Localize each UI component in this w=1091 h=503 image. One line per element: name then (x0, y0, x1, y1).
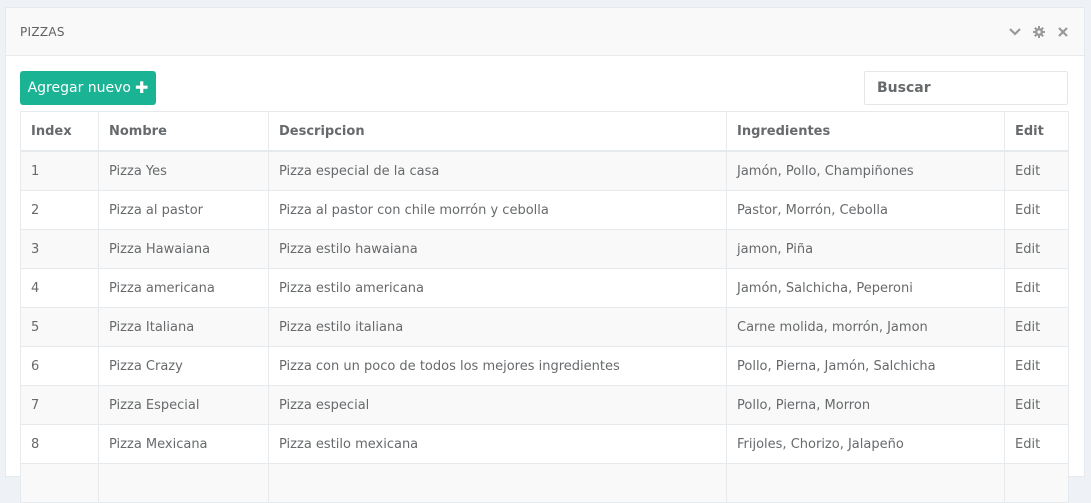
column-header-ingredientes[interactable]: Ingredientes (726, 111, 1005, 152)
add-new-label: Agregar nuevo (27, 80, 131, 96)
cell-ingredientes: Pollo, Pierna, Jamón, Salchicha (726, 346, 1005, 386)
table-row: 6 Pizza Crazy Pizza con un poco de todos… (20, 346, 1069, 386)
column-header-descripcion[interactable]: Descripcion (268, 111, 727, 152)
panel-title: PIZZAS (20, 24, 65, 39)
cell-nombre: Pizza Yes (98, 150, 269, 191)
cell-index: 5 (20, 307, 99, 347)
cell-descripcion: Pizza estilo americana (268, 268, 727, 308)
cell-nombre: Pizza americana (98, 268, 269, 308)
edit-link[interactable]: Edit (1015, 164, 1040, 179)
gear-icon[interactable] (1032, 25, 1046, 39)
cell-ingredientes: Pastor, Morrón, Cebolla (726, 190, 1005, 230)
cell-descripcion: Pizza especial (268, 385, 727, 425)
cell-edit: Edit (1004, 150, 1069, 191)
cell-ingredientes: Jamón, Salchicha, Peperoni (726, 268, 1005, 308)
pizzas-panel: PIZZAS Agregar nuevo ✚ Buscar Index Nomb… (5, 7, 1085, 503)
plus-icon: ✚ (135, 78, 149, 97)
edit-link[interactable]: Edit (1015, 437, 1040, 452)
cell-nombre: Pizza Mexicana (98, 424, 269, 464)
search-input[interactable] (864, 71, 1068, 105)
cell-descripcion (268, 463, 727, 503)
cell-edit: Edit (1004, 307, 1069, 347)
close-icon[interactable] (1056, 25, 1070, 39)
cell-nombre: Pizza Crazy (98, 346, 269, 386)
table-row: 5 Pizza Italiana Pizza estilo italiana C… (20, 307, 1069, 347)
cell-descripcion: Pizza especial de la casa (268, 150, 727, 191)
cell-edit: Edit (1004, 190, 1069, 230)
cell-index: 2 (20, 190, 99, 230)
table-row: 2 Pizza al pastor Pizza al pastor con ch… (20, 190, 1069, 230)
cell-nombre: Pizza Especial (98, 385, 269, 425)
cell-index: 1 (20, 150, 99, 191)
edit-link[interactable]: Edit (1015, 203, 1040, 218)
cell-ingredientes: Carne molida, morrón, Jamon (726, 307, 1005, 347)
cell-ingredientes (726, 463, 1005, 503)
cell-descripcion: Pizza estilo hawaiana (268, 229, 727, 269)
cell-edit: Edit (1004, 385, 1069, 425)
chevron-down-icon[interactable] (1008, 25, 1022, 39)
cell-index: 7 (20, 385, 99, 425)
cell-nombre: Pizza Hawaiana (98, 229, 269, 269)
cell-index: 8 (20, 424, 99, 464)
cell-ingredientes: Jamón, Pollo, Champiñones (726, 150, 1005, 191)
edit-link[interactable]: Edit (1015, 281, 1040, 296)
edit-link[interactable]: Edit (1015, 242, 1040, 257)
cell-descripcion: Pizza estilo italiana (268, 307, 727, 347)
pizzas-table: Index Nombre Descripcion Ingredientes Ed… (20, 111, 1069, 503)
column-header-nombre[interactable]: Nombre (98, 111, 269, 152)
cell-ingredientes: Pollo, Pierna, Morron (726, 385, 1005, 425)
cell-index: 4 (20, 268, 99, 308)
column-header-edit[interactable]: Edit (1004, 111, 1069, 152)
cell-descripcion: Pizza al pastor con chile morrón y cebol… (268, 190, 727, 230)
add-new-button[interactable]: Agregar nuevo ✚ (20, 71, 156, 105)
cell-nombre (98, 463, 269, 503)
table-row: 8 Pizza Mexicana Pizza estilo mexicana F… (20, 424, 1069, 464)
column-header-index[interactable]: Index (20, 111, 99, 152)
panel-header: PIZZAS (6, 8, 1084, 56)
cell-nombre: Pizza Italiana (98, 307, 269, 347)
table-row (20, 463, 1069, 503)
table-header-row: Index Nombre Descripcion Ingredientes Ed… (20, 111, 1069, 152)
cell-ingredientes: jamon, Piña (726, 229, 1005, 269)
edit-link[interactable]: Edit (1015, 398, 1040, 413)
table-toolbar: Agregar nuevo ✚ (20, 71, 1068, 105)
panel-tools (1008, 25, 1070, 39)
edit-link[interactable]: Edit (1015, 359, 1040, 374)
table-row: 3 Pizza Hawaiana Pizza estilo hawaiana j… (20, 229, 1069, 269)
cell-nombre: Pizza al pastor (98, 190, 269, 230)
edit-link[interactable]: Edit (1015, 320, 1040, 335)
cell-edit: Edit (1004, 229, 1069, 269)
cell-descripcion: Pizza estilo mexicana (268, 424, 727, 464)
cell-edit: Edit (1004, 268, 1069, 308)
cell-index: 6 (20, 346, 99, 386)
cell-edit (1004, 463, 1069, 503)
table-row: 4 Pizza americana Pizza estilo americana… (20, 268, 1069, 308)
cell-index: 3 (20, 229, 99, 269)
cell-edit: Edit (1004, 424, 1069, 464)
table-row: 1 Pizza Yes Pizza especial de la casa Ja… (20, 150, 1069, 191)
table-row: 7 Pizza Especial Pizza especial Pollo, P… (20, 385, 1069, 425)
cell-ingredientes: Frijoles, Chorizo, Jalapeño (726, 424, 1005, 464)
cell-index (20, 463, 99, 503)
cell-edit: Edit (1004, 346, 1069, 386)
cell-descripcion: Pizza con un poco de todos los mejores i… (268, 346, 727, 386)
